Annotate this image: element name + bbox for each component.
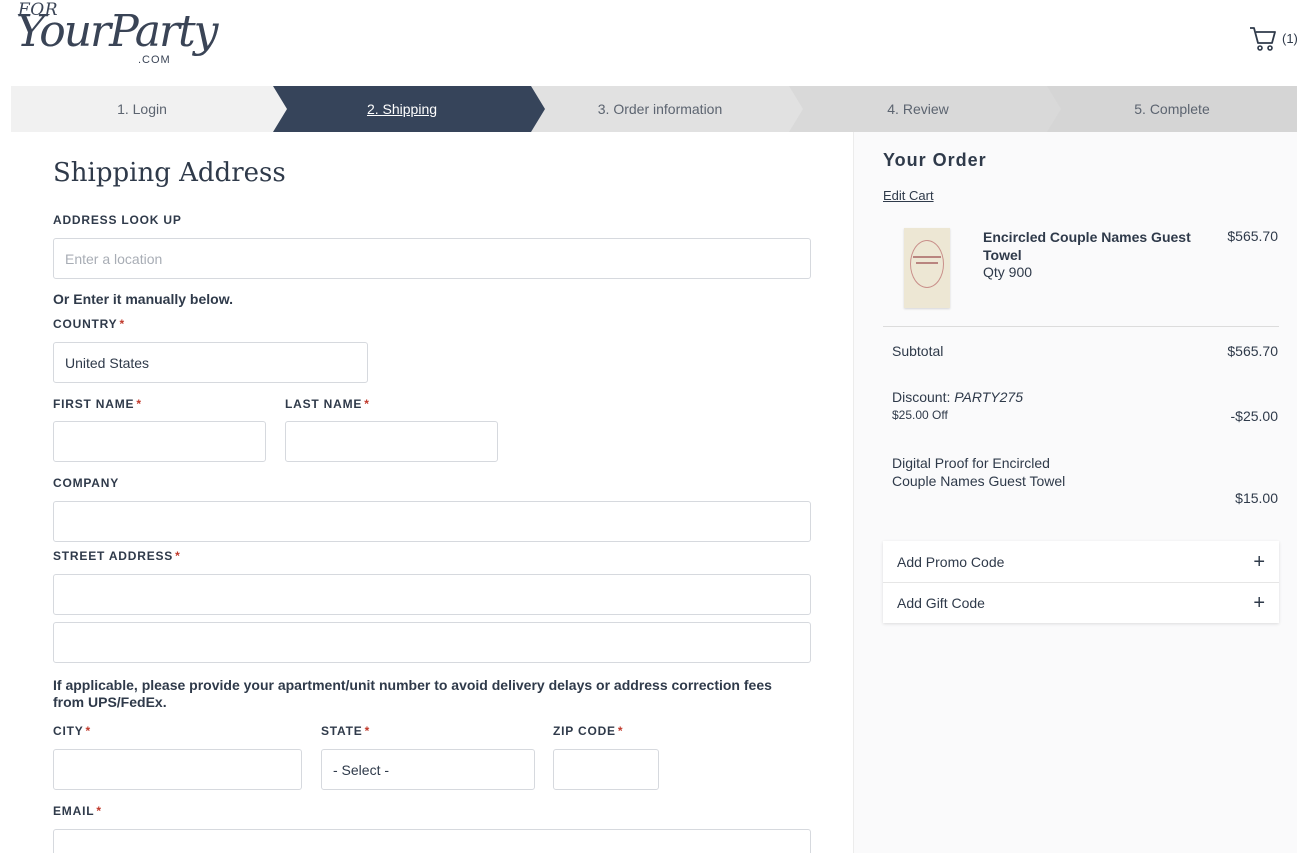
thumbnail-line (913, 256, 941, 258)
state-select[interactable]: - Select - (321, 749, 535, 790)
checkout-steps: 1. Login 2. Shipping 3. Order informatio… (11, 86, 1297, 132)
street-address-line2[interactable] (53, 622, 811, 663)
subtotal-label: Subtotal (892, 343, 944, 359)
order-summary: Your Order Edit Cart Encircled Couple Na… (853, 132, 1297, 853)
email-field[interactable] (53, 829, 811, 853)
street-address-line1[interactable] (53, 574, 811, 615)
step-label: 3. Order information (597, 101, 723, 117)
gift-label: Add Gift Code (897, 595, 985, 611)
apartment-note: If applicable, please provide your apart… (53, 677, 772, 710)
city-label: CITY * (53, 724, 92, 738)
page-title: Shipping Address (53, 158, 286, 188)
site-logo[interactable]: FOR YourParty .COM (16, 0, 219, 78)
add-promo-code-button[interactable]: Add Promo Code + (883, 541, 1279, 582)
divider (883, 326, 1279, 327)
zip-code-field[interactable] (553, 749, 659, 790)
thumbnail-oval (910, 240, 944, 288)
step-arrow (1047, 86, 1061, 132)
product-thumbnail (904, 228, 950, 308)
shipping-form: Shipping Address ADDRESS LOOK UP Enter a… (0, 132, 853, 853)
step-arrow (273, 86, 287, 132)
city-field[interactable] (53, 749, 302, 790)
last-name-field[interactable] (285, 421, 498, 462)
plus-icon: + (1253, 592, 1265, 614)
step-label: 1. Login (117, 101, 167, 117)
email-label: EMAIL * (53, 804, 102, 818)
street-address-label: STREET ADDRESS * (53, 549, 181, 563)
logo-com: .COM (138, 54, 171, 66)
manual-entry-note: Or Enter it manually below. (53, 291, 233, 307)
company-field[interactable] (53, 501, 811, 542)
discount-code: PARTY275 (954, 389, 1023, 405)
cart-count: (1) (1282, 30, 1297, 46)
order-title: Your Order (883, 150, 987, 170)
step-complete: 5. Complete (1047, 86, 1297, 132)
thumbnail-line (916, 262, 938, 264)
zip-code-label: ZIP CODE * (553, 724, 624, 738)
address-lookup-label: ADDRESS LOOK UP (53, 213, 182, 227)
discount-label: Discount: PARTY275 (892, 389, 1023, 405)
item-qty: Qty 900 (983, 264, 1033, 280)
plus-icon: + (1253, 550, 1265, 573)
company-label: COMPANY (53, 476, 120, 490)
site-header: FOR YourParty .COM (1) (0, 0, 1297, 86)
subtotal-value: $565.70 (1227, 343, 1278, 359)
logo-main: YourParty (16, 6, 219, 57)
code-panel: Add Promo Code + Add Gift Code + (883, 541, 1279, 623)
item-name: Encircled Couple Names Guest Towel (983, 229, 1191, 263)
step-arrow (531, 86, 545, 132)
step-order-information: 3. Order information (531, 86, 803, 132)
add-gift-code-button[interactable]: Add Gift Code + (883, 582, 1279, 623)
promo-label: Add Promo Code (897, 553, 1005, 570)
address-lookup-input[interactable]: Enter a location (53, 238, 811, 279)
digital-proof-value: $15.00 (1235, 490, 1278, 506)
step-login[interactable]: 1. Login (11, 86, 287, 132)
discount-desc: $25.00 Off (892, 408, 948, 422)
step-review: 4. Review (789, 86, 1061, 132)
step-shipping[interactable]: 2. Shipping (273, 86, 545, 132)
last-name-label: LAST NAME * (285, 397, 370, 411)
step-label: 5. Complete (1134, 101, 1210, 117)
step-label: 4. Review (887, 101, 949, 117)
cart-icon (1250, 27, 1276, 51)
first-name-field[interactable] (53, 421, 266, 462)
first-name-label: FIRST NAME * (53, 397, 142, 411)
digital-proof-label: Digital Proof for Encircled Couple Names… (892, 455, 1066, 489)
state-label: STATE * (321, 724, 371, 738)
step-arrow (789, 86, 803, 132)
edit-cart-link[interactable]: Edit Cart (883, 188, 934, 203)
step-label: 2. Shipping (366, 101, 438, 117)
country-select[interactable]: United States (53, 342, 368, 383)
item-price: $565.70 (1227, 228, 1278, 244)
country-label: COUNTRY * (53, 317, 125, 331)
cart-button[interactable]: (1) (1248, 24, 1297, 52)
discount-value: -$25.00 (1230, 408, 1278, 424)
